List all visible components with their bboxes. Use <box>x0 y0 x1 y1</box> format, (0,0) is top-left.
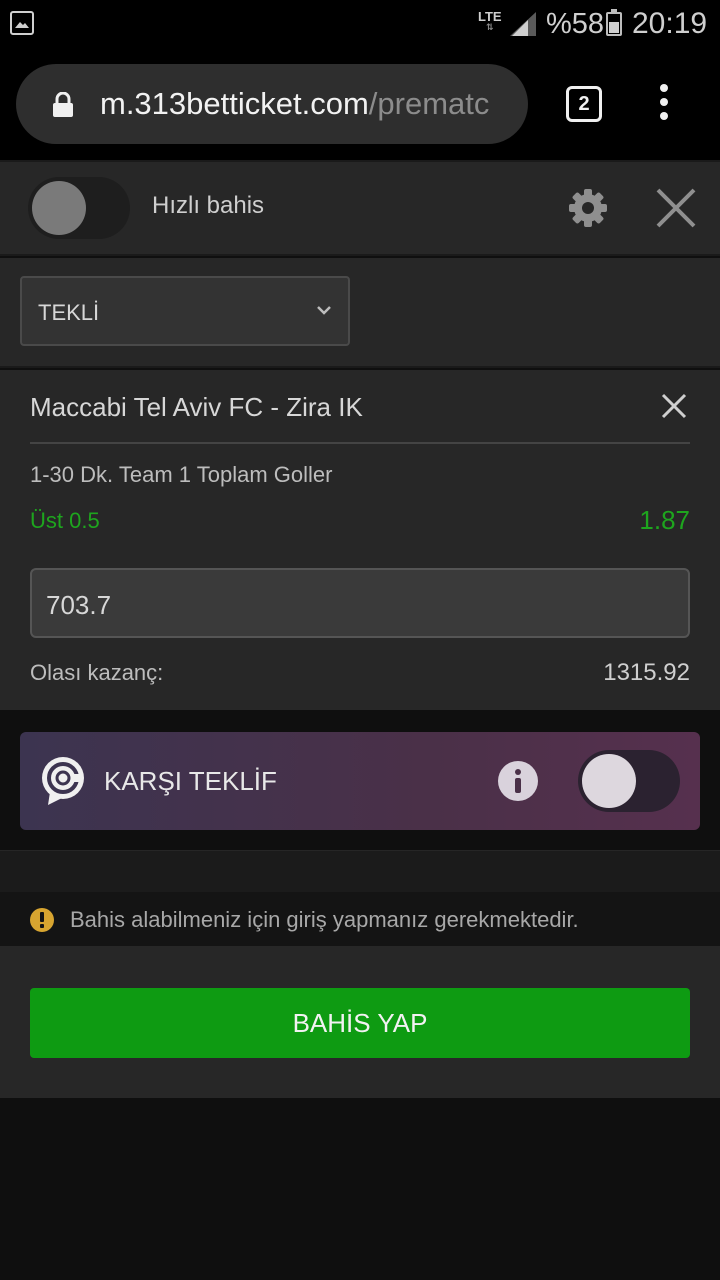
quick-bet-toggle[interactable] <box>28 177 130 239</box>
selection-name: Üst 0.5 <box>30 508 100 533</box>
status-bar: LTE ⇅ %58 20:19 <box>0 0 720 48</box>
market-name: 1-30 Dk. Team 1 Toplam Goller <box>30 462 333 487</box>
counter-offer-panel: KARŞI TEKLİF <box>20 732 700 830</box>
address-bar[interactable]: m.313betticket.com/prematc <box>16 64 528 144</box>
bet-type-select[interactable]: TEKLİ <box>20 276 350 346</box>
bet-type-row: TEKLİ <box>0 258 720 368</box>
lock-icon <box>53 92 73 117</box>
close-icon[interactable] <box>654 186 698 230</box>
signal-icon <box>510 12 536 36</box>
url-path: /prematc <box>368 86 490 121</box>
divider <box>30 442 690 444</box>
match-title: Maccabi Tel Aviv FC - Zira IK <box>30 392 363 422</box>
counter-offer-label: KARŞI TEKLİF <box>104 766 277 796</box>
login-warning: Bahis alabilmeniz için giriş yapmanız ge… <box>0 892 720 946</box>
betslip-header: Hızlı bahis <box>0 160 720 256</box>
battery-percent: %58 <box>546 8 605 40</box>
counter-offer-logo-icon <box>42 757 84 805</box>
chevron-down-icon <box>317 306 331 315</box>
gallery-icon <box>10 11 34 35</box>
warning-icon <box>30 908 54 932</box>
bet-card: Maccabi Tel Aviv FC - Zira IK 1-30 Dk. T… <box>0 370 720 710</box>
url-host: m.313betticket.com <box>100 86 369 121</box>
menu-dots-icon[interactable] <box>656 84 672 124</box>
tab-switcher-button[interactable]: 2 <box>566 86 602 122</box>
stake-input[interactable]: 703.7 <box>30 568 690 638</box>
remove-bet-icon[interactable] <box>660 392 688 420</box>
browser-toolbar: m.313betticket.com/prematc <box>0 48 720 160</box>
potential-win-label: Olası kazanç: <box>30 660 164 685</box>
warning-text: Bahis alabilmeniz için giriş yapmanız ge… <box>70 907 579 932</box>
network-indicator: LTE ⇅ <box>478 9 502 32</box>
counter-offer-toggle[interactable] <box>578 750 680 812</box>
url-text: m.313betticket.com/prematc <box>100 86 510 122</box>
potential-win-value: 1315.92 <box>603 659 690 686</box>
info-icon[interactable] <box>498 761 538 801</box>
bet-type-value: TEKLİ <box>38 300 100 325</box>
place-bet-button[interactable]: BAHİS YAP <box>30 988 690 1058</box>
clock: 20:19 <box>632 7 708 40</box>
gear-icon[interactable] <box>568 188 608 228</box>
spacer <box>0 850 720 892</box>
quick-bet-label: Hızlı bahis <box>152 192 265 219</box>
odds-value: 1.87 <box>639 505 690 535</box>
battery-icon <box>606 9 622 36</box>
action-row: BAHİS YAP <box>0 946 720 1098</box>
